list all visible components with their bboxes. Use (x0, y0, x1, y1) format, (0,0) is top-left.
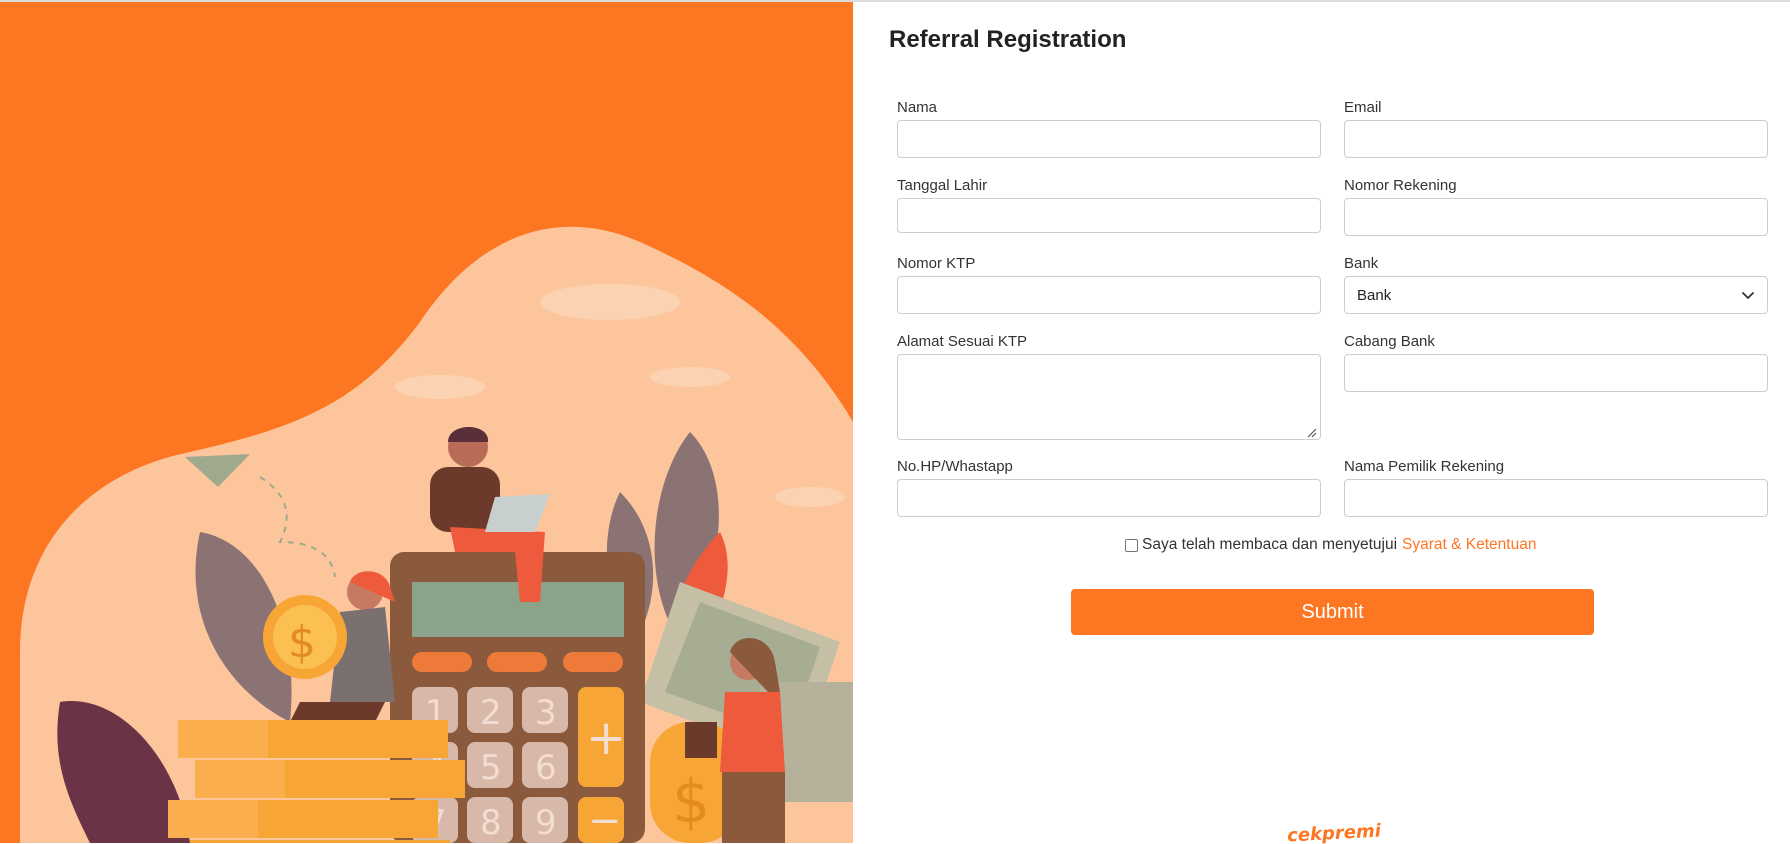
cekpremi-logo: cekpremi (1287, 821, 1383, 844)
cloud (540, 284, 680, 320)
terms-agreement: Saya telah membaca dan menyetujui Syarat… (1125, 536, 1536, 554)
nomor-rekening-input[interactable] (1344, 198, 1768, 236)
registration-panel: Referral Registration Nama Email Tanggal… (853, 2, 1790, 844)
terms-checkbox[interactable] (1125, 538, 1138, 552)
nama-input[interactable] (897, 120, 1321, 158)
alamat-label: Alamat Sesuai KTP (897, 333, 1028, 350)
tanggal-lahir-label: Tanggal Lahir (897, 177, 988, 194)
svg-text:$: $ (288, 617, 316, 668)
page-title: Referral Registration (889, 26, 1127, 53)
svg-text:8: 8 (480, 803, 502, 843)
email-input[interactable] (1344, 120, 1768, 158)
bank-select[interactable]: Bank (1344, 276, 1768, 314)
cabang-bank-input[interactable] (1344, 354, 1768, 392)
nomor-ktp-label: Nomor KTP (897, 255, 976, 272)
svg-text:$: $ (672, 767, 710, 837)
no-hp-label: No.HP/Whastapp (897, 458, 1013, 475)
terms-text: Saya telah membaca dan menyetujui (1142, 536, 1398, 553)
resize-handle-icon[interactable] (1305, 426, 1317, 438)
nomor-rekening-label: Nomor Rekening (1344, 177, 1457, 194)
svg-text:3: 3 (535, 693, 557, 733)
svg-text:6: 6 (535, 748, 557, 788)
nama-pemilik-input[interactable] (1344, 479, 1768, 517)
svg-text:5: 5 (480, 748, 502, 788)
cloud (775, 487, 845, 507)
nama-pemilik-label: Nama Pemilik Rekening (1344, 458, 1505, 475)
chevron-down-icon (1742, 292, 1754, 299)
cloud (650, 367, 730, 387)
hero-illustration-panel: $ 123 456 789 +− (0, 2, 853, 843)
svg-text:cekpremi: cekpremi (1287, 821, 1383, 844)
svg-text:+: + (586, 710, 626, 766)
no-hp-input[interactable] (897, 479, 1321, 517)
svg-text:9: 9 (535, 803, 557, 843)
submit-button[interactable]: Submit (1071, 589, 1594, 635)
nomor-ktp-input[interactable] (897, 276, 1321, 314)
cloud (395, 375, 485, 399)
svg-text:2: 2 (480, 693, 502, 733)
tanggal-lahir-input[interactable] (897, 198, 1321, 233)
finance-illustration: $ 123 456 789 +− (20, 226, 853, 843)
svg-text:−: − (588, 798, 622, 843)
email-label: Email (1344, 99, 1382, 116)
nama-label: Nama (897, 99, 938, 116)
alamat-textarea[interactable] (897, 354, 1321, 440)
cabang-bank-label: Cabang Bank (1344, 333, 1435, 350)
terms-link[interactable]: Syarat & Ketentuan (1402, 536, 1536, 554)
bank-select-value: Bank (1357, 286, 1392, 304)
bank-label: Bank (1344, 255, 1379, 272)
